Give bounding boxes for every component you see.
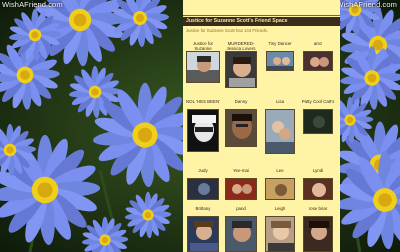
- friend-card[interactable]: Yee-mai: [223, 168, 259, 200]
- friend-name[interactable]: Lyndi: [300, 168, 336, 178]
- friend-card[interactable]: Brittany: [185, 206, 221, 252]
- friend-name[interactable]: pand: [223, 206, 259, 216]
- friend-photo[interactable]: [303, 109, 333, 134]
- friend-photo[interactable]: [187, 178, 219, 200]
- friend-name[interactable]: MURDERED- Jessica Lovers: [223, 41, 259, 51]
- friend-card[interactable]: Judy: [185, 168, 221, 200]
- friend-name[interactable]: NOL 'HES BEEN': [185, 99, 221, 109]
- friend-photo[interactable]: [303, 216, 333, 252]
- friend-card[interactable]: amz: [300, 41, 336, 71]
- friend-card[interactable]: pand: [223, 206, 259, 252]
- friend-photo[interactable]: [225, 216, 257, 252]
- friend-space-panel: Justice for Suzanne Scott's Friend Space…: [183, 0, 340, 252]
- panel-top-bar: [183, 0, 340, 16]
- friend-name[interactable]: Yee-mai: [223, 168, 259, 178]
- friend-photo[interactable]: [187, 109, 219, 152]
- friend-name[interactable]: Patty Cool Catt's: [300, 99, 336, 109]
- friend-photo[interactable]: [265, 216, 295, 252]
- friend-name[interactable]: rose briar: [300, 206, 336, 216]
- friend-photo[interactable]: [303, 178, 333, 200]
- friend-photo[interactable]: [225, 178, 257, 200]
- friend-card[interactable]: Tiny Dancer: [262, 41, 298, 71]
- friend-card[interactable]: Danny: [223, 99, 259, 147]
- friend-card[interactable]: MURDERED- Jessica Lovers: [223, 41, 259, 88]
- friend-name[interactable]: Justice for Suzanne: [185, 41, 221, 51]
- friend-name[interactable]: Tiny Dancer: [262, 41, 298, 51]
- friend-photo[interactable]: [303, 51, 333, 71]
- friend-count-text: Justice for Suzanne Scott has 144 Friend…: [186, 28, 268, 33]
- friend-name[interactable]: Lee: [262, 168, 298, 178]
- friend-card[interactable]: Lisa: [262, 99, 298, 154]
- friend-space-title: Justice for Suzanne Scott's Friend Space: [183, 17, 340, 26]
- friend-name[interactable]: Judy: [185, 168, 221, 178]
- friend-name[interactable]: Brittany: [185, 206, 221, 216]
- friend-card[interactable]: rose briar: [300, 206, 336, 252]
- friend-photo[interactable]: [187, 216, 219, 252]
- friend-card[interactable]: Justice for Suzanne: [185, 41, 221, 83]
- friend-photo[interactable]: [265, 109, 295, 154]
- friend-card[interactable]: NOL 'HES BEEN': [185, 99, 221, 152]
- friend-card[interactable]: Leigh: [262, 206, 298, 252]
- friend-name[interactable]: amz: [300, 41, 336, 51]
- friend-card[interactable]: Lyndi: [300, 168, 336, 200]
- friend-name[interactable]: Danny: [223, 99, 259, 109]
- friend-photo[interactable]: [225, 51, 257, 88]
- friend-card[interactable]: Patty Cool Catt's: [300, 99, 336, 134]
- friend-photo[interactable]: [186, 51, 220, 83]
- friend-name[interactable]: Leigh: [262, 206, 298, 216]
- friend-card[interactable]: Lee: [262, 168, 298, 200]
- friend-photo[interactable]: [266, 51, 294, 71]
- watermark-left: WishAFriend.com: [2, 0, 63, 9]
- friend-name[interactable]: Lisa: [262, 99, 298, 109]
- friend-photo[interactable]: [225, 109, 257, 147]
- watermark-right: WishAFriend.com: [336, 0, 397, 9]
- friend-photo[interactable]: [265, 178, 295, 200]
